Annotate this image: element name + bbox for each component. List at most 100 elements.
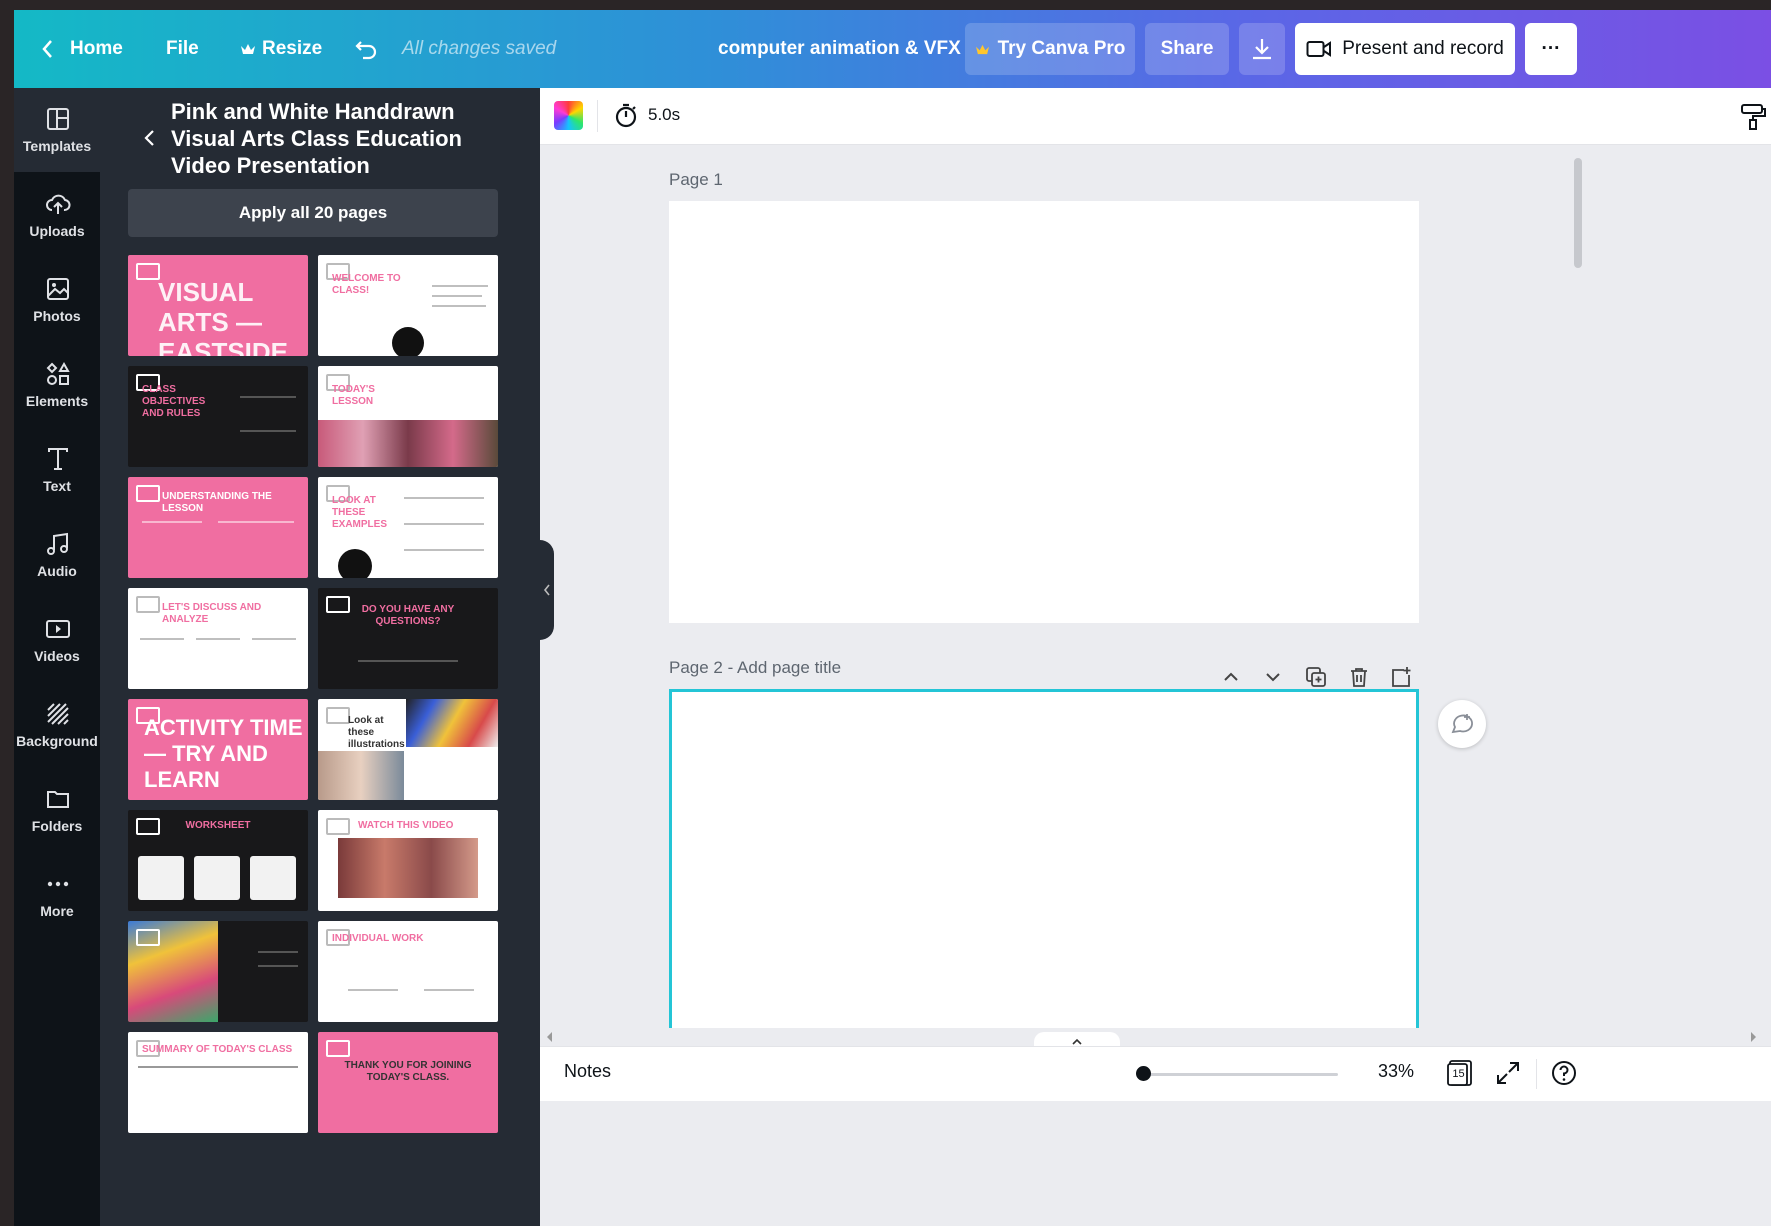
color-picker-button[interactable] bbox=[554, 101, 583, 130]
download-icon bbox=[1253, 39, 1271, 60]
timer-icon bbox=[615, 103, 637, 128]
home-button[interactable]: Home bbox=[40, 10, 123, 88]
try-canva-pro-button[interactable]: Try Canva Pro bbox=[965, 23, 1135, 75]
add-page-icon[interactable] bbox=[1390, 666, 1412, 688]
chevron-left-icon bbox=[543, 584, 550, 596]
template-thumb[interactable]: LOOK AT THESE EXAMPLES bbox=[318, 477, 498, 578]
video-badge-icon bbox=[326, 707, 350, 724]
present-and-record-button[interactable]: Present and record bbox=[1295, 23, 1515, 75]
zoom-slider[interactable] bbox=[1140, 1073, 1338, 1076]
save-status: All changes saved bbox=[402, 38, 557, 59]
duplicate-page-icon[interactable] bbox=[1305, 666, 1327, 688]
folders-icon bbox=[47, 791, 69, 808]
rail-item-uploads[interactable]: Uploads bbox=[14, 173, 100, 257]
video-badge-icon bbox=[136, 596, 160, 613]
template-thumb[interactable]: UNDERSTANDING THE LESSON bbox=[128, 477, 308, 578]
chevron-up-icon bbox=[1072, 1038, 1082, 1045]
template-thumb[interactable]: VISUAL ARTS — EASTSIDE LEARNING ACADEMY bbox=[128, 255, 308, 356]
video-badge-icon bbox=[136, 485, 160, 502]
rail-item-photos[interactable]: Photos bbox=[14, 258, 100, 342]
videos-icon bbox=[46, 620, 70, 638]
template-thumb[interactable]: WELCOME TO CLASS! bbox=[318, 255, 498, 356]
elements-icon bbox=[46, 361, 70, 385]
notes-button[interactable]: Notes bbox=[564, 1061, 611, 1082]
crown-icon bbox=[241, 44, 255, 54]
fullscreen-icon[interactable] bbox=[1494, 1059, 1522, 1087]
rail-item-folders[interactable]: Folders bbox=[14, 768, 100, 852]
vertical-scrollbar[interactable] bbox=[1574, 158, 1582, 268]
video-badge-icon bbox=[326, 596, 350, 613]
video-badge-icon bbox=[136, 929, 160, 946]
video-badge-icon bbox=[136, 818, 160, 835]
page-1-label: Page 1 bbox=[669, 170, 723, 189]
download-button[interactable] bbox=[1239, 23, 1285, 75]
back-chevron-icon[interactable] bbox=[140, 128, 160, 148]
template-thumb[interactable]: THANK YOU FOR JOINING TODAY'S CLASS. bbox=[318, 1032, 498, 1133]
rail-item-audio[interactable]: Audio bbox=[14, 513, 100, 597]
duration-button[interactable]: 5.0s bbox=[614, 102, 680, 128]
apply-all-pages-button[interactable]: Apply all 20 pages bbox=[128, 189, 498, 237]
camera-icon bbox=[1306, 41, 1332, 57]
zoom-slider-handle[interactable] bbox=[1136, 1066, 1151, 1081]
collapse-panel-button[interactable] bbox=[540, 540, 554, 640]
text-icon bbox=[48, 448, 68, 470]
template-thumb[interactable]: Look at these illustrations bbox=[318, 699, 498, 800]
templates-icon bbox=[47, 108, 69, 130]
undo-icon bbox=[355, 41, 377, 60]
scroll-right-icon[interactable] bbox=[1749, 1032, 1757, 1042]
paint-roller-icon[interactable] bbox=[1739, 102, 1767, 130]
rail-item-more[interactable]: More bbox=[14, 853, 100, 937]
template-thumb[interactable]: WORKSHEET bbox=[128, 810, 308, 911]
template-thumb[interactable]: CLASS OBJECTIVES AND RULES bbox=[128, 366, 308, 467]
page-2-title[interactable]: Page 2 - Add page title bbox=[669, 658, 841, 678]
bottom-bar: Notes 33% 15 bbox=[540, 1046, 1771, 1101]
side-nav-rail: Templates Uploads Photos Elements Text A… bbox=[14, 88, 100, 1226]
horizontal-scrollbar[interactable] bbox=[540, 1028, 1771, 1046]
delete-page-icon[interactable] bbox=[1348, 666, 1370, 688]
rail-item-text[interactable]: Text bbox=[14, 428, 100, 512]
editor-toolbar: 5.0s bbox=[540, 88, 1771, 145]
video-badge-icon bbox=[326, 1040, 350, 1057]
page-grid-button[interactable]: 15 bbox=[1446, 1059, 1474, 1087]
help-icon[interactable] bbox=[1550, 1059, 1578, 1087]
comment-icon bbox=[1451, 714, 1473, 734]
page-1-canvas[interactable] bbox=[669, 201, 1419, 623]
template-thumb[interactable]: ACTIVITY TIME — TRY AND LEARN bbox=[128, 699, 308, 800]
chevron-left-icon bbox=[42, 40, 52, 58]
add-comment-button[interactable] bbox=[1438, 700, 1486, 748]
document-title[interactable]: computer animation & VFX bbox=[718, 10, 961, 88]
video-badge-icon bbox=[136, 263, 160, 280]
template-thumb[interactable]: LET'S DISCUSS AND ANALYZE bbox=[128, 588, 308, 689]
page-2-canvas[interactable] bbox=[669, 689, 1419, 1055]
move-up-icon[interactable] bbox=[1220, 666, 1242, 688]
template-panel: Pink and White Handdrawn Visual Arts Cla… bbox=[100, 88, 540, 1226]
template-thumb[interactable]: DO YOU HAVE ANY QUESTIONS? bbox=[318, 588, 498, 689]
template-thumb[interactable] bbox=[128, 921, 308, 1022]
rail-item-background[interactable]: Background bbox=[14, 683, 100, 767]
template-thumb[interactable]: TODAY'S LESSON bbox=[318, 366, 498, 467]
uploads-icon bbox=[46, 194, 71, 214]
share-button[interactable]: Share bbox=[1145, 23, 1229, 75]
crown-icon bbox=[975, 44, 989, 54]
template-thumb[interactable]: WATCH THIS VIDEO bbox=[318, 810, 498, 911]
more-options-button[interactable]: ··· bbox=[1525, 23, 1577, 75]
zoom-level[interactable]: 33% bbox=[1378, 1061, 1414, 1082]
scroll-left-icon[interactable] bbox=[546, 1032, 554, 1042]
rail-item-elements[interactable]: Elements bbox=[14, 343, 100, 427]
resize-button[interactable]: Resize bbox=[240, 10, 322, 88]
more-icon bbox=[47, 881, 69, 887]
file-menu[interactable]: File bbox=[166, 10, 199, 88]
template-title: Pink and White Handdrawn Visual Arts Cla… bbox=[171, 99, 462, 178]
canva-editor: Home File Resize All changes saved compu… bbox=[14, 10, 1771, 1226]
template-thumb[interactable]: INDIVIDUAL WORK bbox=[318, 921, 498, 1022]
photos-icon bbox=[47, 278, 69, 300]
background-icon bbox=[47, 703, 69, 725]
move-down-icon[interactable] bbox=[1262, 666, 1284, 688]
top-bar: Home File Resize All changes saved compu… bbox=[14, 10, 1771, 88]
template-thumb[interactable]: SUMMARY OF TODAY'S CLASS bbox=[128, 1032, 308, 1133]
rail-item-videos[interactable]: Videos bbox=[14, 598, 100, 682]
undo-button[interactable] bbox=[354, 10, 378, 88]
rail-item-templates[interactable]: Templates bbox=[14, 88, 100, 172]
audio-icon bbox=[47, 532, 68, 555]
video-badge-icon bbox=[326, 818, 350, 835]
